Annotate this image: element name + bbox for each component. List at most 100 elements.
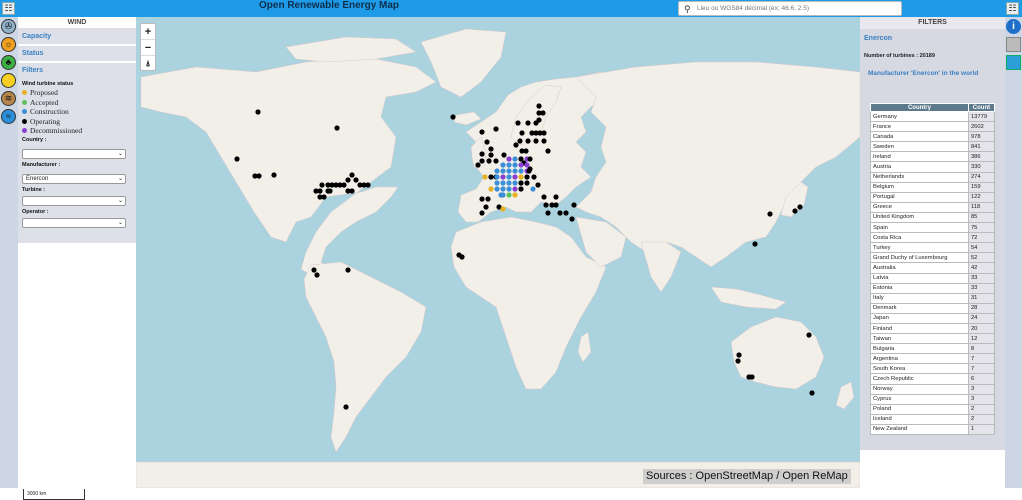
turbine-marker[interactable] bbox=[524, 180, 530, 186]
turbine-marker[interactable] bbox=[525, 138, 531, 144]
turbine-marker[interactable] bbox=[518, 186, 524, 192]
turbine-marker[interactable] bbox=[500, 180, 506, 186]
turbine-marker[interactable] bbox=[533, 130, 539, 136]
map-canvas[interactable] bbox=[136, 17, 860, 488]
power-icon[interactable]: ⚡ bbox=[1, 73, 16, 88]
turbine-marker[interactable] bbox=[365, 182, 371, 188]
turbine-marker[interactable] bbox=[484, 139, 490, 145]
capacity-section[interactable]: Capacity bbox=[18, 29, 136, 46]
search-input[interactable] bbox=[697, 3, 897, 14]
turbine-marker[interactable] bbox=[483, 204, 489, 210]
turbine-marker[interactable] bbox=[531, 174, 537, 180]
turbine-marker[interactable] bbox=[530, 186, 536, 192]
turbine-marker[interactable] bbox=[494, 180, 500, 186]
manufacturer-select[interactable]: Enercon ⌄ bbox=[22, 173, 126, 184]
turbine-marker[interactable] bbox=[527, 156, 533, 162]
turbine-marker[interactable] bbox=[256, 173, 262, 179]
turbine-marker[interactable] bbox=[488, 152, 494, 158]
turbine-marker[interactable] bbox=[498, 192, 504, 198]
turbine-marker[interactable] bbox=[515, 120, 521, 126]
turbine-marker[interactable] bbox=[525, 120, 531, 126]
turbine-marker[interactable] bbox=[519, 130, 525, 136]
solar-icon[interactable]: ☼ bbox=[1, 37, 16, 52]
turbine-marker[interactable] bbox=[512, 192, 518, 198]
turbine-marker[interactable] bbox=[513, 142, 519, 148]
turbine-marker[interactable] bbox=[314, 272, 320, 278]
turbine-marker[interactable] bbox=[479, 210, 485, 216]
turbine-marker[interactable] bbox=[500, 206, 506, 212]
turbine-marker[interactable] bbox=[345, 177, 351, 183]
turbine-marker[interactable] bbox=[479, 196, 485, 202]
hydro-icon[interactable]: ≈ bbox=[1, 109, 16, 124]
turbine-marker[interactable] bbox=[518, 162, 524, 168]
right-menu-button[interactable]: ☷ bbox=[1006, 2, 1019, 15]
turbine-marker[interactable] bbox=[518, 156, 524, 162]
turbine-marker[interactable] bbox=[545, 210, 551, 216]
turbine-marker[interactable] bbox=[506, 162, 512, 168]
turbine-marker[interactable] bbox=[506, 186, 512, 192]
turbine-marker[interactable] bbox=[518, 180, 524, 186]
legend-item[interactable]: Accepted bbox=[18, 98, 136, 108]
left-menu-button[interactable]: ☷ bbox=[2, 2, 15, 15]
status-section[interactable]: Status bbox=[18, 46, 136, 63]
turbine-marker[interactable] bbox=[456, 252, 462, 258]
turbine-marker[interactable] bbox=[535, 182, 541, 188]
turbine-marker[interactable] bbox=[479, 129, 485, 135]
turbine-marker[interactable] bbox=[518, 174, 524, 180]
turbine-marker[interactable] bbox=[500, 162, 506, 168]
zoom-out-button[interactable]: − bbox=[141, 40, 155, 56]
turbine-marker[interactable] bbox=[485, 196, 491, 202]
turbine-marker[interactable] bbox=[553, 194, 559, 200]
turbine-marker[interactable] bbox=[500, 168, 506, 174]
turbine-marker[interactable] bbox=[533, 120, 539, 126]
search-box[interactable]: ⚲ bbox=[678, 1, 902, 16]
turbine-marker[interactable] bbox=[494, 186, 500, 192]
capacity-heading[interactable]: Capacity bbox=[18, 29, 136, 44]
turbine-marker[interactable] bbox=[501, 152, 507, 158]
turbine-marker[interactable] bbox=[557, 210, 563, 216]
turbine-marker[interactable] bbox=[536, 103, 542, 109]
turbine-marker[interactable] bbox=[493, 126, 499, 132]
turbine-marker[interactable] bbox=[488, 146, 494, 152]
turbine-marker[interactable] bbox=[512, 174, 518, 180]
turbine-marker[interactable] bbox=[569, 216, 575, 222]
turbine-marker[interactable] bbox=[506, 168, 512, 174]
turbine-marker[interactable] bbox=[341, 182, 347, 188]
turbine-marker[interactable] bbox=[494, 174, 500, 180]
turbine-marker[interactable] bbox=[311, 267, 317, 273]
turbine-marker[interactable] bbox=[809, 390, 815, 396]
turbine-marker[interactable] bbox=[752, 241, 758, 247]
biomass-icon[interactable]: ♣ bbox=[1, 55, 16, 70]
turbine-marker[interactable] bbox=[353, 177, 359, 183]
world-map[interactable]: + − ⍋ Sources : OpenStreetMap / Open ReM… bbox=[136, 17, 860, 488]
turbine-marker[interactable] bbox=[271, 172, 277, 178]
turbine-marker[interactable] bbox=[749, 374, 755, 380]
turbine-marker[interactable] bbox=[563, 210, 569, 216]
turbine-marker[interactable] bbox=[450, 114, 456, 120]
filters-heading[interactable]: Filters bbox=[18, 63, 136, 80]
turbine-marker[interactable] bbox=[500, 174, 506, 180]
turbine-marker[interactable] bbox=[325, 188, 331, 194]
operator-select[interactable]: ⌄ bbox=[22, 217, 126, 228]
turbine-marker[interactable] bbox=[488, 174, 494, 180]
turbine-marker[interactable] bbox=[533, 138, 539, 144]
country-select[interactable]: ⌄ bbox=[22, 148, 126, 159]
legend-item[interactable]: Operating bbox=[18, 117, 136, 127]
turbine-marker[interactable] bbox=[493, 158, 499, 164]
turbine-marker[interactable] bbox=[512, 186, 518, 192]
turbine-marker[interactable] bbox=[545, 148, 551, 154]
turbine-select[interactable]: ⌄ bbox=[22, 195, 126, 206]
turbine-marker[interactable] bbox=[488, 186, 494, 192]
turbine-marker[interactable] bbox=[523, 148, 529, 154]
turbine-marker[interactable] bbox=[255, 109, 261, 115]
turbine-marker[interactable] bbox=[475, 162, 481, 168]
turbine-marker[interactable] bbox=[486, 158, 492, 164]
chart-icon[interactable] bbox=[1006, 55, 1021, 70]
turbine-marker[interactable] bbox=[518, 168, 524, 174]
turbine-marker[interactable] bbox=[506, 180, 512, 186]
turbine-marker[interactable] bbox=[319, 182, 325, 188]
turbine-marker[interactable] bbox=[517, 138, 523, 144]
turbine-marker[interactable] bbox=[735, 358, 741, 364]
zoom-in-button[interactable]: + bbox=[141, 24, 155, 40]
turbine-marker[interactable] bbox=[553, 202, 559, 208]
